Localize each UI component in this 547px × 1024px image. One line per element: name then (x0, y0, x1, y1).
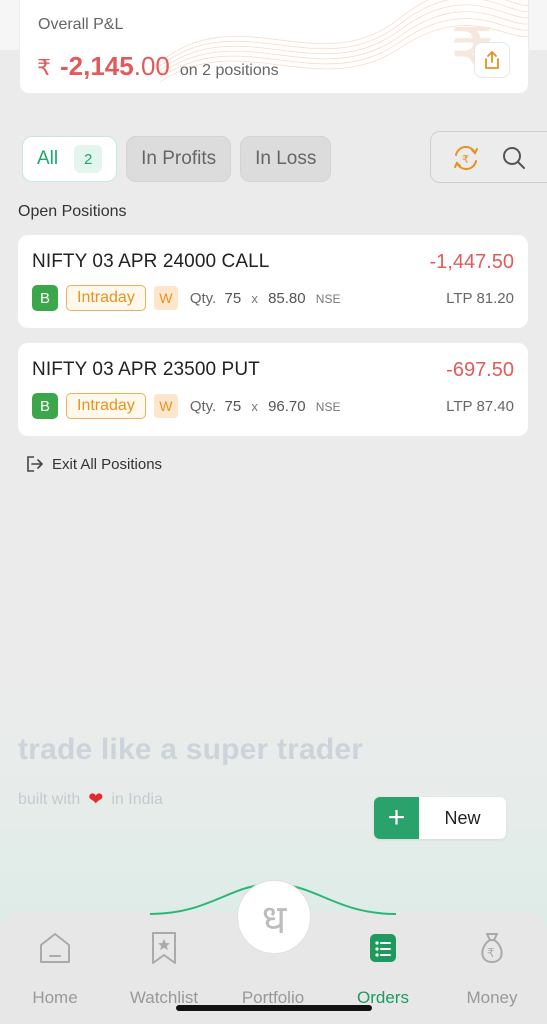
position-meta: B Intraday W Qty. 75 x 85.80 NSE (32, 285, 340, 311)
built-suffix: in India (111, 790, 163, 808)
plus-icon: + (374, 797, 419, 839)
pnl-title: Overall P&L (38, 16, 124, 33)
position-meta: B Intraday W Qty. 75 x 96.70 NSE (32, 393, 340, 419)
buy-badge: B (32, 285, 58, 311)
currency-symbol: ₹ (37, 55, 51, 80)
qty-times: x (251, 290, 258, 306)
filter-in-loss[interactable]: In Loss (240, 136, 332, 182)
money-bag-icon: ₹ (481, 933, 503, 964)
tagline: trade like a super trader (18, 733, 364, 766)
qty-value: 75 (224, 397, 242, 415)
buy-badge: B (32, 393, 58, 419)
tab-money-label: Money (466, 988, 518, 1007)
qty-label: Qty. (189, 289, 217, 307)
exit-icon (27, 456, 43, 472)
filter-all-count: 2 (74, 145, 103, 173)
qty-label: Qty. (189, 397, 217, 415)
position-symbol: NIFTY 03 APR 24000 CALL (32, 251, 270, 272)
positions-count-text: on 2 positions (179, 62, 279, 79)
built-prefix: built with (18, 790, 81, 808)
avg-price: 96.70 (268, 397, 306, 415)
open-positions-title: Open Positions (18, 203, 127, 220)
quantity-info: Qty. 75 x 96.70 NSE (190, 398, 341, 415)
brand-logo-glyph: ध (261, 896, 287, 943)
product-badge: Intraday (66, 393, 146, 419)
home-indicator (176, 1005, 372, 1011)
position-pnl: -1,447.50 (429, 251, 514, 273)
home-icon (40, 933, 70, 963)
heart-icon: ❤ (88, 789, 104, 809)
filter-in-profits[interactable]: In Profits (126, 136, 232, 182)
weekly-badge: W (153, 394, 178, 418)
exchange-label: NSE (315, 291, 341, 306)
tab-home-label: Home (32, 988, 78, 1007)
tab-orders[interactable]: Orders (338, 928, 428, 1008)
position-pnl: -697.50 (446, 359, 514, 381)
built-with-line: built with ❤ in India (18, 789, 163, 810)
tab-watchlist[interactable]: Watchlist (119, 928, 209, 1008)
qty-value: 75 (224, 289, 242, 307)
new-button-label: New (444, 807, 481, 828)
position-filters: All 2 In Profits In Loss (22, 136, 332, 182)
exit-all-label: Exit All Positions (52, 455, 163, 473)
orders-icon (370, 934, 396, 962)
tab-home[interactable]: Home (10, 928, 100, 1008)
share-button[interactable] (474, 42, 510, 78)
filter-all-label: All (37, 148, 59, 169)
tab-money[interactable]: ₹ Money (447, 928, 537, 1008)
filter-all[interactable]: All 2 (22, 136, 118, 182)
overall-pnl-card: ₹ Overall P&L ₹ -2,145 .00 on 2 position… (19, 0, 529, 94)
pnl-amount: -2,145 (60, 51, 134, 81)
qty-times: x (251, 398, 258, 414)
position-card[interactable]: NIFTY 03 APR 23500 PUT -697.50 B Intrada… (18, 343, 528, 436)
product-badge: Intraday (66, 285, 146, 311)
avg-price: 85.80 (268, 289, 306, 307)
svg-text:₹: ₹ (462, 153, 469, 166)
ltp-value: LTP 87.40 (446, 398, 514, 415)
ltp-value: LTP 81.20 (446, 290, 514, 307)
bookmark-star-icon (152, 932, 176, 964)
tools-group: ₹ (430, 131, 547, 183)
position-symbol: NIFTY 03 APR 23500 PUT (32, 359, 260, 380)
position-card[interactable]: NIFTY 03 APR 24000 CALL -1,447.50 B Intr… (18, 235, 528, 328)
new-order-button[interactable]: + New (374, 797, 506, 839)
pnl-amount-decimal: .00 (133, 51, 170, 81)
weekly-badge: W (153, 286, 178, 310)
quantity-info: Qty. 75 x 85.80 NSE (190, 290, 341, 307)
refresh-rupee-icon[interactable]: ₹ (451, 145, 481, 171)
exit-all-positions-button[interactable]: Exit All Positions (26, 455, 162, 473)
portfolio-logo-button[interactable]: ध (237, 880, 311, 954)
pnl-value-row: ₹ -2,145 .00 on 2 positions (37, 51, 279, 82)
search-icon[interactable] (501, 145, 527, 171)
share-icon (485, 51, 499, 69)
exchange-label: NSE (315, 399, 341, 414)
svg-text:₹: ₹ (487, 946, 495, 960)
